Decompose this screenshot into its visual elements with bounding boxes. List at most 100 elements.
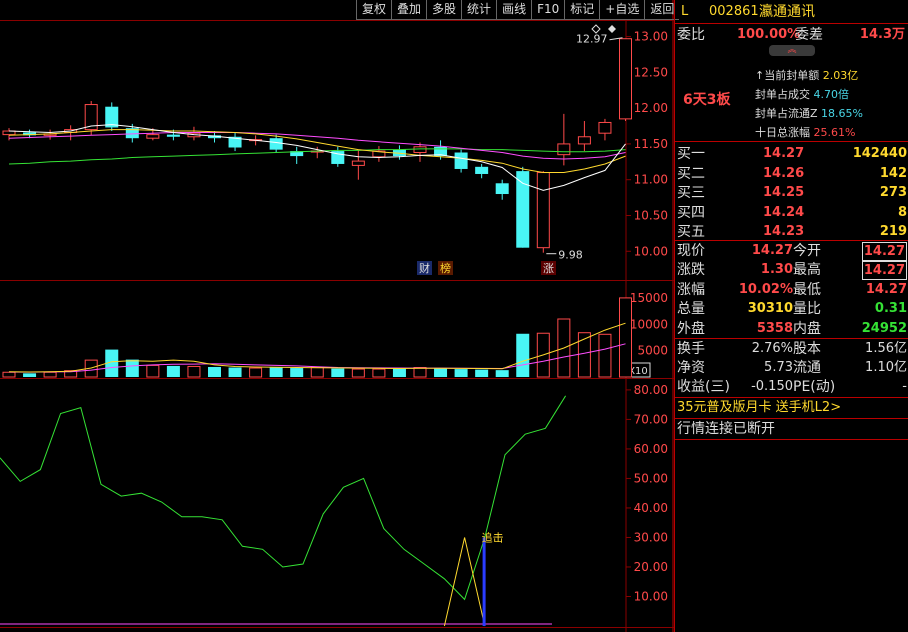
draw-line-button[interactable]: 画线: [496, 0, 532, 20]
fund-row: 收益(三) -0.150 PE(动) -: [675, 377, 908, 397]
price-tick-label: 12.00: [634, 101, 668, 115]
fund-row: 净资 5.73 流通 1.10亿: [675, 358, 908, 378]
fund-label: 股本: [793, 341, 821, 357]
quote-value: 1.30: [760, 262, 793, 278]
quote-value: 14.27: [861, 242, 907, 261]
weicha-label: 委差: [795, 27, 823, 43]
bid-price: 14.27: [763, 146, 805, 161]
seal-line-value: 4.70倍: [813, 88, 850, 101]
quote-label: 总量: [677, 301, 705, 318]
weibi-value: 100.00%: [737, 27, 801, 42]
seal-line: ↑当前封单额 2.03亿: [755, 66, 905, 85]
ad-text[interactable]: 35元普及版月卡 送手机L2>: [677, 398, 841, 418]
quote-label: 现价: [677, 243, 705, 259]
indicator-tick-label: 60.00: [634, 442, 668, 456]
mark-button[interactable]: 标记: [564, 0, 600, 20]
overlay-button[interactable]: 叠加: [391, 0, 427, 20]
fund-value: -: [902, 379, 907, 394]
quote-row: 外盘 5358 内盘 24952: [675, 319, 908, 339]
bid-volume: 142440: [852, 146, 907, 161]
quote-row: 涨幅 10.02% 最低 14.27: [675, 280, 908, 300]
multi-stock-button[interactable]: 多股: [426, 0, 462, 20]
quote-panel: L 002861 瀛通通讯 委比 100.00% 委差 14.3万 ︽ 6天3板…: [674, 0, 908, 632]
bid-row: 买二 14.26 142: [675, 164, 908, 184]
bid-label: 买三: [677, 185, 705, 201]
volume-bar: [23, 373, 37, 377]
diamond-filled-icon: [608, 25, 616, 33]
zhang-marker-label: 涨: [543, 262, 554, 275]
bid-volume: 8: [897, 204, 907, 220]
ad-banner[interactable]: 35元普及版月卡 送手机L2>: [675, 398, 908, 418]
candle-body: [536, 172, 550, 249]
volume-bar: [310, 367, 324, 378]
quote-value: 5358: [756, 320, 793, 336]
candle-body: [413, 146, 427, 154]
bid-row: 买三 14.25 273: [675, 183, 908, 203]
status-bar: 行情连接已断开: [675, 419, 908, 439]
fund-row: 换手 2.76% 股本 1.56亿: [675, 339, 908, 359]
kline-chart[interactable]: 13.00 12.50 12.00 11.50 11.00 10.50 10.00 12.97…: [0, 0, 674, 632]
candle-body: [577, 136, 591, 145]
quote-value: 14.27: [865, 281, 907, 297]
volume-ma5-line: [8, 322, 626, 373]
quote-label: 内盘: [793, 320, 821, 337]
seal-line: 封单占成交 4.70倍: [755, 85, 905, 104]
quote-label: 涨幅: [677, 281, 705, 298]
candle-body: [475, 166, 489, 174]
volume-bar: [392, 368, 406, 377]
quote-row: 涨跌 1.30 最高 14.27: [675, 260, 908, 281]
expand-toggle[interactable]: ︽: [769, 45, 815, 56]
add-watchlist-button[interactable]: +自选: [599, 0, 645, 20]
quote-value: 14.27: [751, 243, 793, 258]
quote-value: 0.31: [874, 301, 907, 317]
fuquan-button[interactable]: 复权: [356, 0, 392, 20]
volume-bar: [475, 369, 489, 377]
candle-body: [495, 183, 509, 195]
statistics-button[interactable]: 统计: [461, 0, 497, 20]
volume-bar: [495, 370, 509, 377]
fund-value: 5.73: [764, 360, 793, 375]
price-tick-label: 10.00: [634, 244, 668, 258]
candle-body: [598, 121, 612, 134]
price-tick-label: 13.00: [634, 30, 668, 44]
indicator-tick-label: 20.00: [634, 560, 668, 574]
candle-body: [516, 171, 530, 248]
weibi-label: 委比: [677, 27, 705, 43]
candle-body: [557, 143, 571, 156]
volume-bar: [413, 367, 427, 378]
fund-label: 收益(三): [677, 379, 730, 395]
low-price-label: 9.98: [558, 249, 583, 262]
indicator-yellow-line: [443, 537, 486, 627]
chart-toolbar: 复权 叠加 多股 统计 画线 F10 标记 +自选 返回: [356, 0, 680, 20]
volume-bar: [125, 359, 139, 377]
board-label: 6天3板: [683, 92, 731, 108]
weibi-row: 委比 100.00% 委差 14.3万: [675, 25, 908, 45]
volume-bar: [372, 368, 386, 378]
seal-line-label: 封单占成交: [755, 88, 814, 101]
bid-label: 买二: [677, 165, 705, 182]
quote-row: 总量 30310 量比 0.31: [675, 299, 908, 319]
code-prefix: L: [681, 4, 689, 19]
volume-bar: [269, 367, 283, 377]
quote-row: 现价 14.27 今开 14.27: [675, 241, 908, 261]
quote-label: 最高: [793, 262, 821, 279]
candle-body: [454, 152, 468, 169]
bid-volume: 219: [879, 224, 907, 239]
volume-bar: [331, 368, 345, 377]
bid-volume: 142: [879, 165, 907, 181]
quote-label: 最低: [793, 281, 821, 298]
quote-value: 24952: [861, 320, 907, 336]
quote-value: 10.02%: [738, 281, 793, 297]
volume-bar: [249, 367, 263, 378]
seal-line-label: 封单占流通Z: [755, 107, 822, 120]
indicator-tick-label: 40.00: [634, 501, 668, 515]
volume-bar: [208, 366, 221, 377]
stock-code: 002861: [709, 4, 759, 19]
indicator-tick-label: 50.00: [634, 471, 668, 485]
f10-button[interactable]: F10: [531, 0, 565, 20]
quote-label: 外盘: [677, 320, 705, 337]
quote-label: 今开: [793, 243, 821, 259]
bang-marker-label: 榜: [440, 261, 451, 275]
volume-bar: [2, 371, 16, 378]
bid-price: 14.23: [763, 224, 805, 239]
